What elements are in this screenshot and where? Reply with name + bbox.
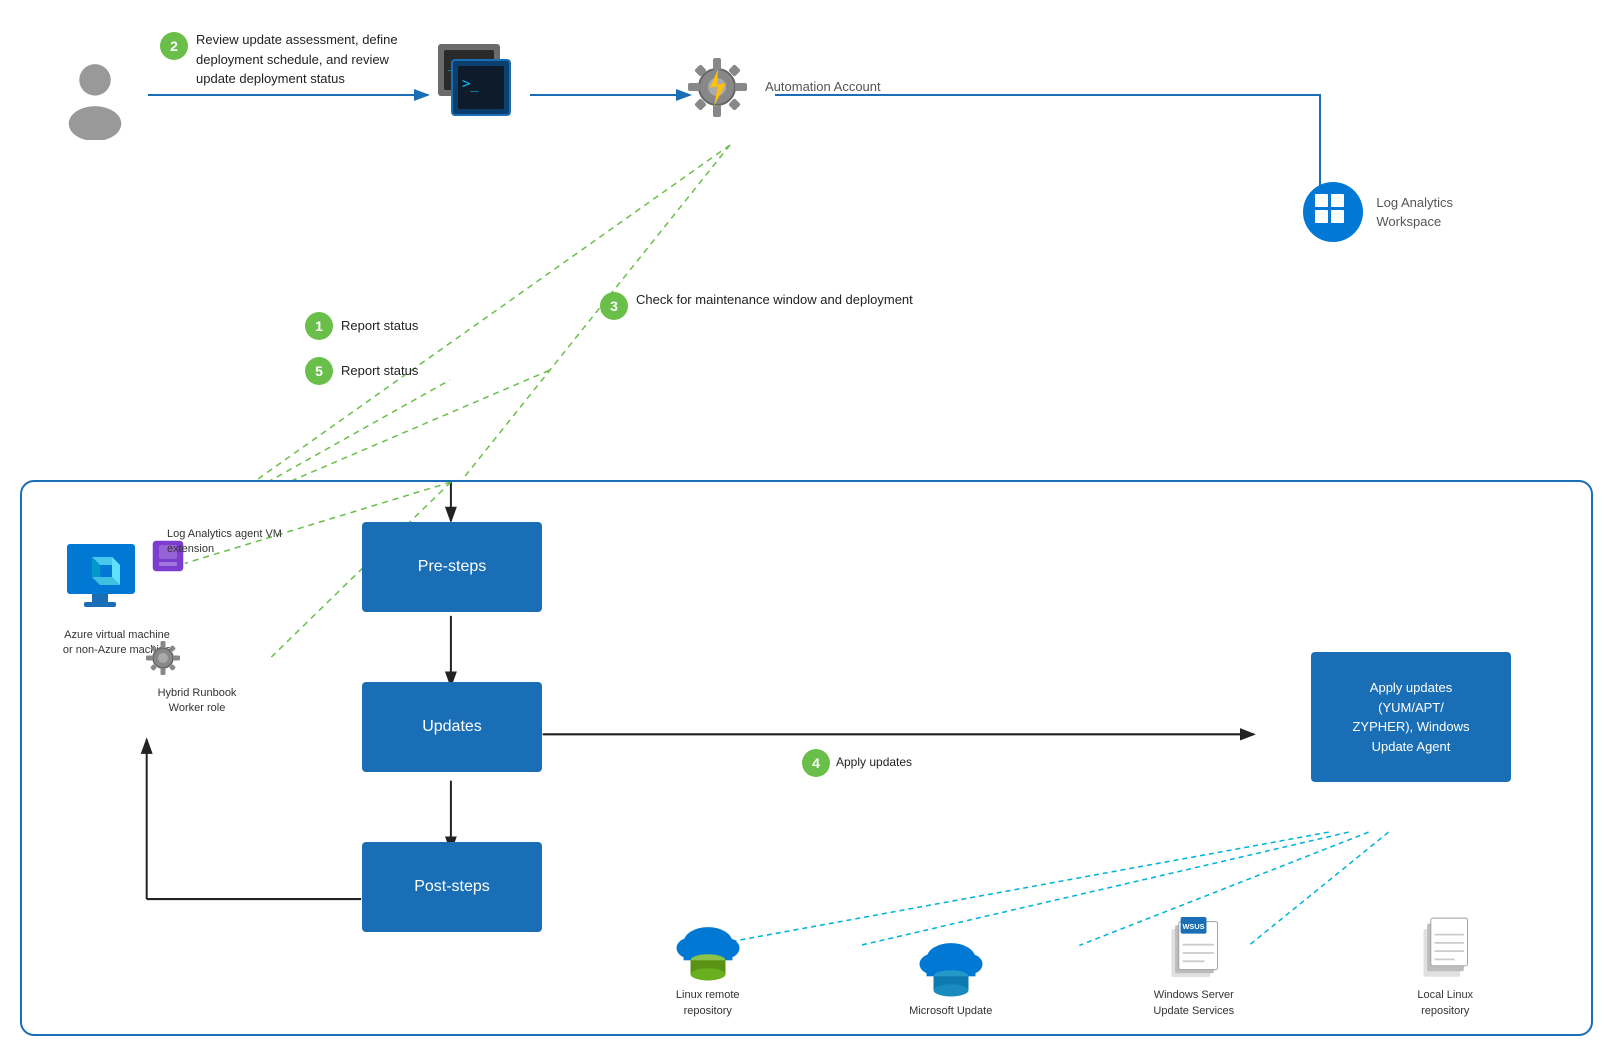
person-icon-wrap [60, 60, 130, 143]
linux-repo-icon [673, 922, 743, 982]
svg-text:>_: >_ [462, 76, 479, 92]
repo-row: Linux remote repository Microsoft Update [582, 912, 1571, 1019]
step4-wrap: 4 Apply updates [802, 747, 912, 777]
vm-monitor-icon [62, 542, 152, 612]
automation-label: Automation Account [765, 78, 881, 96]
law-wrap: Log AnalyticsWorkspace [1301, 180, 1453, 245]
step3-bubble: 3 [600, 292, 628, 320]
law-label: Log AnalyticsWorkspace [1376, 194, 1453, 230]
repo-ms-update: Microsoft Update [909, 938, 992, 1019]
hybrid-label: Hybrid Runbook Worker role [142, 686, 252, 717]
step1-bubble: 1 [305, 312, 333, 340]
step3-text: Check for maintenance window and deploym… [636, 290, 913, 310]
poststeps-label: Post-steps [414, 878, 490, 896]
svg-text:WSUS: WSUS [1182, 922, 1204, 931]
hybrid-gear-icon [142, 637, 184, 679]
repo-wsus: WSUS Windows Server Update Services [1144, 912, 1244, 1019]
step2-wrap: 2 Review update assessment, define deplo… [160, 30, 416, 89]
wsus-icon: WSUS [1164, 912, 1224, 982]
top-section: 2 Review update assessment, define deplo… [0, 0, 1613, 520]
step2-text: Review update assessment, define deploym… [196, 30, 416, 89]
repo-local-linux: Local Linux repository [1395, 912, 1495, 1019]
apply-updates-label: Apply updates (YUM/APT/ ZYPHER), Windows… [1352, 678, 1469, 756]
apply-updates-box: Apply updates (YUM/APT/ ZYPHER), Windows… [1311, 652, 1511, 782]
step1-text: Report status [341, 318, 418, 333]
portal-icon: _ >_ [430, 40, 520, 130]
step1-wrap: 1 Report status [305, 310, 418, 340]
automation-wrap: Automation Account [680, 50, 881, 125]
step4-text: Apply updates [836, 754, 912, 771]
presteps-label: Pre-steps [418, 558, 486, 576]
step3-wrap: 3 Check for maintenance window and deplo… [600, 290, 913, 320]
portal-icon-wrap: _ >_ [430, 40, 520, 133]
bottom-section: Azure virtual machine or non-Azure machi… [20, 480, 1593, 1036]
step5-bubble: 5 [305, 357, 333, 385]
poststeps-box: Post-steps [362, 842, 542, 932]
hybrid-wrap: Hybrid Runbook Worker role [142, 637, 252, 717]
la-agent-label-wrap: Log Analytics agent VM extension [167, 527, 287, 558]
step5-text: Report status [341, 363, 418, 378]
law-icon [1301, 180, 1366, 245]
la-agent-label: Log Analytics agent VM extension [167, 527, 287, 558]
wsus-label: Windows Server Update Services [1144, 988, 1244, 1019]
ms-update-icon [916, 938, 986, 998]
step4-bubble: 4 [802, 749, 830, 777]
step5-wrap: 5 Report status [305, 355, 418, 385]
user-icon [60, 60, 130, 140]
local-linux-label: Local Linux repository [1395, 988, 1495, 1019]
updates-label: Updates [422, 718, 482, 736]
updates-box: Updates [362, 682, 542, 772]
step2-bubble: 2 [160, 32, 188, 60]
local-linux-icon [1418, 912, 1473, 982]
repo-linux-remote: Linux remote repository [658, 922, 758, 1019]
ms-update-label: Microsoft Update [909, 1004, 992, 1019]
automation-icon [680, 50, 755, 125]
presteps-box: Pre-steps [362, 522, 542, 612]
linux-remote-label: Linux remote repository [658, 988, 758, 1019]
